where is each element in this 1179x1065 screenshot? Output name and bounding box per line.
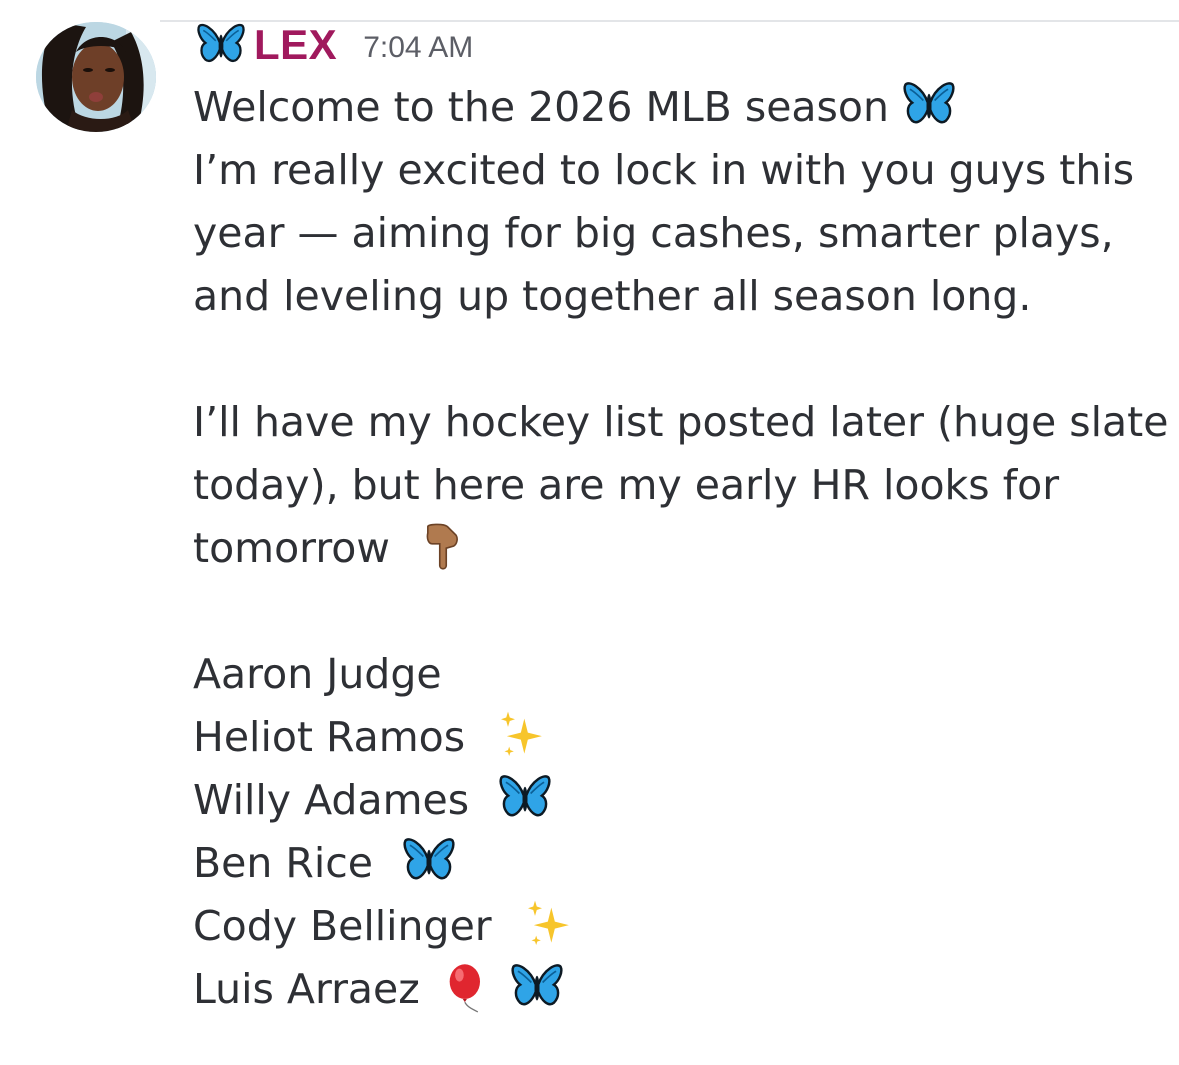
message-text: year — aiming for big cashes, smarter pl…	[193, 209, 1114, 257]
pick-item: Heliot Ramos	[193, 706, 1163, 769]
butterfly-icon	[498, 771, 552, 825]
pick-item: Aaron Judge	[193, 643, 1163, 706]
butterfly-icon	[510, 960, 564, 1014]
pick-item: Luis Arraez	[193, 958, 1163, 1021]
pick-name: Ben Rice	[193, 839, 374, 887]
message-line: and leveling up together all season long…	[193, 265, 1163, 328]
butterfly-icon	[402, 834, 456, 888]
message-body: Welcome to the 2026 MLB season I’m reall…	[193, 76, 1168, 1021]
balloon-icon	[441, 959, 493, 1015]
pointing-down-icon	[417, 520, 469, 572]
butterfly-icon	[902, 78, 956, 132]
message-line: Welcome to the 2026 MLB season	[193, 76, 1163, 139]
pick-name: Cody Bellinger	[193, 902, 492, 950]
butterfly-icon	[196, 20, 246, 70]
avatar[interactable]	[36, 22, 156, 132]
sparkles-icon	[494, 707, 550, 763]
message-text: tomorrow	[193, 524, 390, 572]
pick-name: Willy Adames	[193, 776, 470, 824]
message-line: I’m really excited to lock in with you g…	[193, 139, 1163, 202]
sparkles-icon	[521, 896, 577, 952]
pick-name: Heliot Ramos	[193, 713, 466, 761]
message-text: I’ll have my hockey list posted later (h…	[193, 398, 1169, 446]
message-line: year — aiming for big cashes, smarter pl…	[193, 202, 1163, 265]
message-text: I’m really excited to lock in with you g…	[193, 146, 1135, 194]
message-header: LEX 7:04 AM	[196, 20, 473, 70]
avatar-image	[36, 22, 156, 132]
pick-name: Luis Arraez	[193, 965, 420, 1013]
message-text: Welcome to the 2026 MLB season	[193, 83, 889, 131]
message-text: today), but here are my early HR looks f…	[193, 461, 1060, 509]
author-name[interactable]: LEX	[254, 21, 337, 69]
message-text: and leveling up together all season long…	[193, 272, 1032, 320]
message-line: I’ll have my hockey list posted later (h…	[193, 391, 1168, 454]
message-timestamp[interactable]: 7:04 AM	[363, 31, 473, 65]
pick-item: Willy Adames	[193, 769, 1163, 832]
message-line: tomorrow	[193, 517, 1163, 580]
pick-item: Ben Rice	[193, 832, 1163, 895]
pick-item: Cody Bellinger	[193, 895, 1163, 958]
message-line: today), but here are my early HR looks f…	[193, 454, 1163, 517]
pick-name: Aaron Judge	[193, 650, 442, 698]
